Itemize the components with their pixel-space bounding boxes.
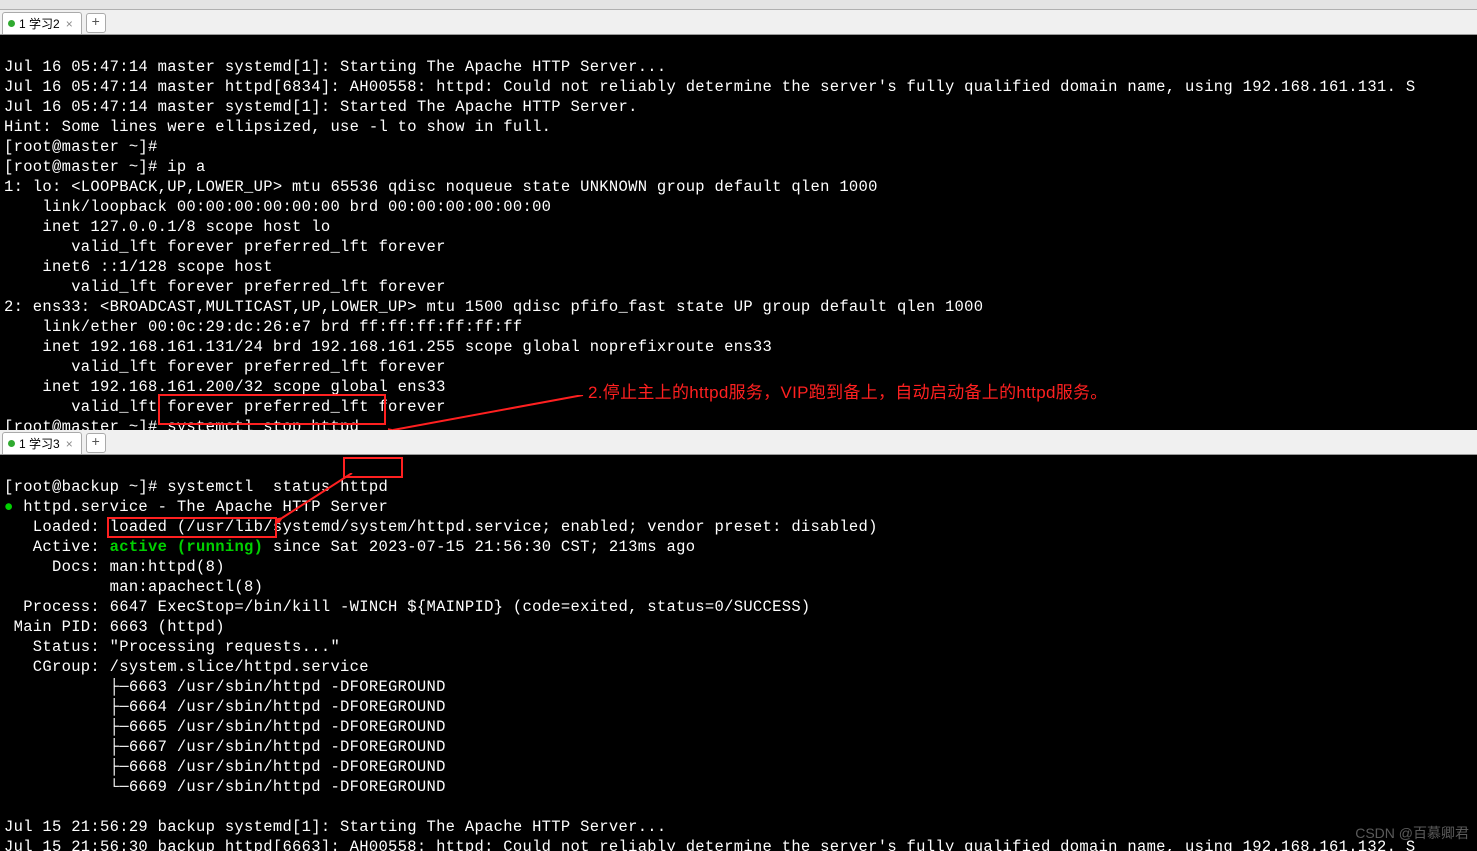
terminal-line: ├─6663 /usr/sbin/httpd -DFOREGROUND [4,678,446,696]
terminal-line: inet6 ::1/128 scope host [4,258,282,276]
terminal-line: inet 192.168.161.131/24 brd 192.168.161.… [4,338,772,356]
arrow-icon [388,395,588,430]
terminal-prompt: [root@master ~]# [4,418,167,430]
terminal-line: ├─6664 /usr/sbin/httpd -DFOREGROUND [4,698,446,716]
arrow-icon [277,473,357,523]
status-dot-icon [8,20,15,27]
terminal-line: Jul 16 05:47:14 master systemd[1]: Start… [4,98,638,116]
add-tab-button[interactable]: + [86,433,106,453]
tab-bar-1: 1 学习2 × + [0,10,1477,35]
terminal-line: Status: "Processing requests..." [4,638,340,656]
annotation-text: 2.停止主上的httpd服务，VIP跑到备上，自动启动备上的httpd服务。 [588,383,1108,403]
terminal-line: Process: 6647 ExecStop=/bin/kill -WINCH … [4,598,811,616]
tab-label: 1 学习3 [19,435,60,452]
status-dot-icon [8,440,15,447]
watermark: CSDN @百慕卿君 [1355,823,1469,843]
terminal-line: inet 127.0.0.1/8 scope host lo [4,218,330,236]
terminal-line: Active: [4,538,110,556]
terminal-line: └─6669 /usr/sbin/httpd -DFOREGROUND [4,778,446,796]
terminal-line: CGroup: /system.slice/httpd.service [4,658,369,676]
highlight-box-active [107,517,277,538]
tab-bar-2: 1 学习3 × + [0,430,1477,455]
terminal-line: ├─6665 /usr/sbin/httpd -DFOREGROUND [4,718,446,736]
terminal-line: Docs: man:httpd(8) [4,558,225,576]
add-tab-button[interactable]: + [86,13,106,33]
terminal-line: [root@master ~]# ip a [4,158,206,176]
status-bullet-icon: ● [4,498,23,516]
close-icon[interactable]: × [66,437,73,451]
terminal-line: valid_lft forever preferred_lft forever [4,238,446,256]
terminal-line: Jul 15 21:56:30 backup httpd[6663]: AH00… [4,838,1415,851]
terminal-line: ├─6668 /usr/sbin/httpd -DFOREGROUND [4,758,446,776]
terminal-line: Main PID: 6663 (httpd) [4,618,225,636]
tab-label: 1 学习2 [19,15,60,32]
terminal-line: 1: lo: <LOOPBACK,UP,LOWER_UP> mtu 65536 … [4,178,878,196]
terminal-line: Jul 15 21:56:29 backup systemd[1]: Start… [4,818,667,836]
highlight-box-command [158,394,386,425]
terminal-line: link/ether 00:0c:29:dc:26:e7 brd ff:ff:f… [4,318,522,336]
terminal-line: valid_lft forever preferred_lft forever [4,358,446,376]
terminal-line: Jul 16 05:47:14 master systemd[1]: Start… [4,58,667,76]
close-icon[interactable]: × [66,17,73,31]
terminal-line: ├─6667 /usr/sbin/httpd -DFOREGROUND [4,738,446,756]
window-title-bar [0,0,1477,10]
tab-session-1[interactable]: 1 学习2 × [2,12,82,34]
terminal-pane-1[interactable]: Jul 16 05:47:14 master systemd[1]: Start… [0,35,1477,430]
terminal-line: Jul 16 05:47:14 master httpd[6834]: AH00… [4,78,1415,96]
status-active-running: active (running) [110,538,264,556]
terminal-line: man:apachectl(8) [4,578,263,596]
terminal-line: since Sat 2023-07-15 21:56:30 CST; 213ms… [263,538,695,556]
terminal-line: 2: ens33: <BROADCAST,MULTICAST,UP,LOWER_… [4,298,983,316]
terminal-pane-2[interactable]: [root@backup ~]# systemctl status httpd … [0,455,1477,851]
tab-session-2[interactable]: 1 学习3 × [2,432,82,454]
terminal-line: Hint: Some lines were ellipsized, use -l… [4,118,551,136]
terminal-line: valid_lft forever preferred_lft forever [4,278,446,296]
terminal-line: [root@master ~]# [4,138,167,156]
terminal-line: link/loopback 00:00:00:00:00:00 brd 00:0… [4,198,551,216]
